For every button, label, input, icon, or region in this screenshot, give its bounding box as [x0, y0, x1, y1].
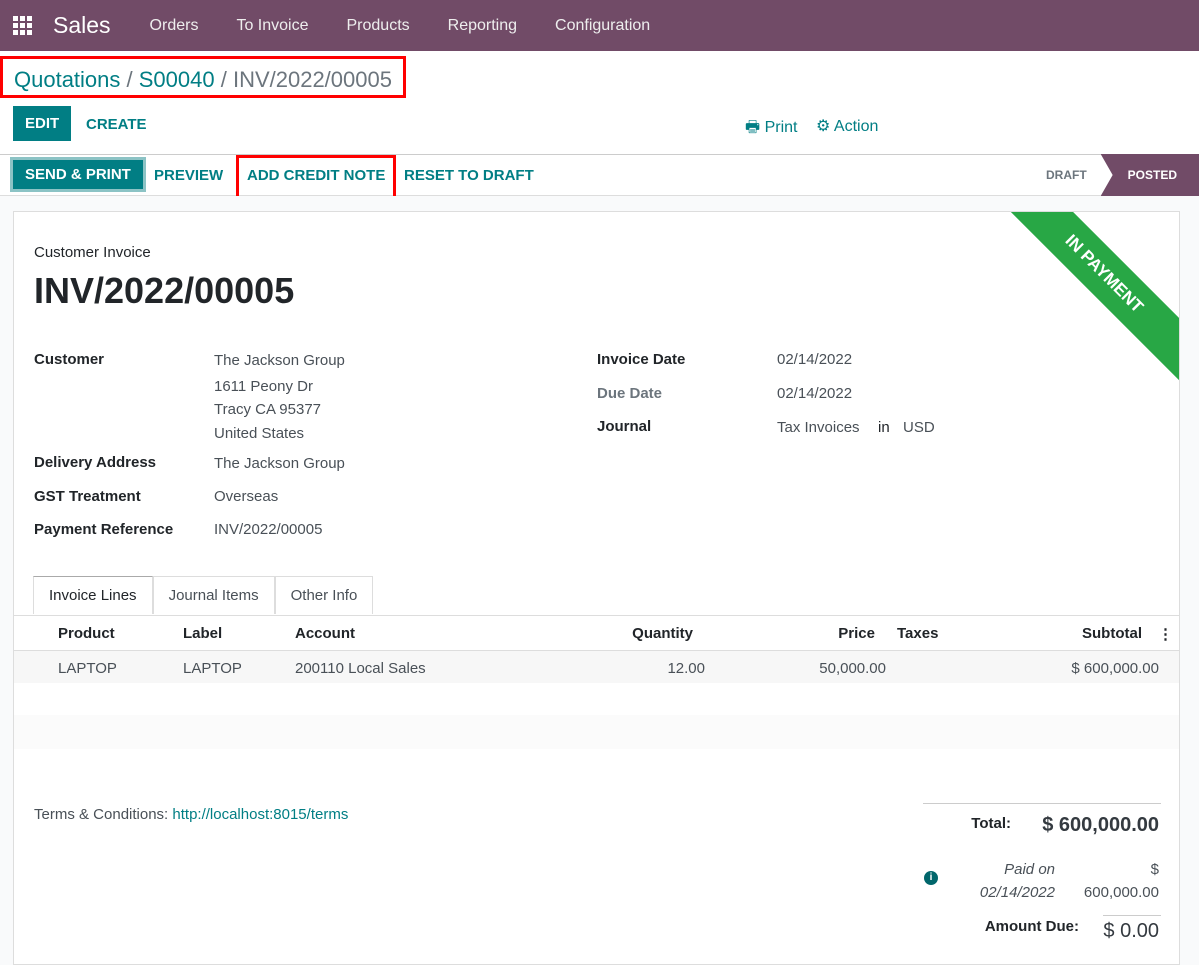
delivery-label: Delivery Address [34, 454, 157, 471]
tab-other-info[interactable]: Other Info [274, 576, 374, 614]
cell-product: LAPTOP [58, 660, 117, 677]
stage-draft[interactable]: DRAFT [1032, 168, 1101, 182]
invoice-date-label: Invoice Date [597, 351, 686, 368]
col-account[interactable]: Account [295, 625, 355, 642]
status-ribbon: IN PAYMENT [996, 212, 1179, 382]
top-navbar: Sales Orders To Invoice Products Reporti… [0, 0, 1199, 51]
delivery-link[interactable]: The Jackson Group [214, 455, 345, 472]
tab-invoice-lines[interactable]: Invoice Lines [33, 576, 153, 614]
column-options-icon[interactable]: ⋮ [1158, 625, 1173, 643]
col-subtotal[interactable]: Subtotal [1082, 625, 1142, 642]
table-header: Product Label Account Quantity Price Tax… [14, 615, 1179, 651]
payment-amount: $600,000.00 [1083, 861, 1159, 901]
print-button[interactable]: 🖶 Print [745, 116, 797, 143]
reset-to-draft-button[interactable]: RESET TO DRAFT [404, 167, 534, 184]
address-line: Tracy CA 95377 [214, 401, 321, 418]
gst-label: GST Treatment [34, 488, 141, 505]
cell-quantity: 12.00 [667, 660, 705, 677]
menu-orders[interactable]: Orders [150, 17, 199, 35]
payref-value: INV/2022/00005 [214, 521, 323, 538]
tab-journal-items[interactable]: Journal Items [152, 576, 275, 614]
gst-value: Overseas [214, 488, 279, 505]
menu-configuration[interactable]: Configuration [555, 17, 650, 35]
currency-link[interactable]: USD [903, 419, 935, 436]
breadcrumb-quotations[interactable]: Quotations [14, 67, 120, 92]
in-text: in [878, 419, 890, 436]
cell-price: 50,000.00 [819, 660, 886, 677]
send-print-button[interactable]: SEND & PRINT [10, 157, 146, 192]
cell-account: 200110 Local Sales [295, 660, 426, 677]
breadcrumb: Quotations / S00040 / INV/2022/00005 [0, 56, 406, 98]
create-button[interactable]: CREATE [86, 116, 147, 133]
col-label[interactable]: Label [183, 625, 222, 642]
amount-due-label: Amount Due: [984, 918, 1079, 935]
due-date-label: Due Date [597, 385, 663, 402]
gear-icon: ⚙ [816, 118, 831, 135]
menu-to-invoice[interactable]: To Invoice [236, 17, 308, 35]
menu-reporting[interactable]: Reporting [448, 17, 517, 35]
terms-link[interactable]: http://localhost:8015/terms [172, 806, 348, 823]
col-taxes[interactable]: Taxes [897, 625, 938, 642]
invoice-sheet: IN PAYMENT Customer Invoice INV/2022/000… [13, 211, 1180, 965]
col-price[interactable]: Price [838, 625, 875, 642]
notebook-tabs: Invoice Lines Journal Items Other Info [33, 576, 374, 614]
info-icon[interactable]: i [924, 871, 938, 885]
invoice-number: INV/2022/00005 [34, 270, 295, 311]
customer-label: Customer [34, 351, 105, 368]
terms: Terms & Conditions: http://localhost:801… [34, 806, 349, 823]
col-quantity[interactable]: Quantity [632, 625, 693, 642]
status-stages: DRAFT POSTED [1032, 154, 1199, 196]
doc-type: Customer Invoice [34, 244, 151, 261]
payref-label: Payment Reference [34, 521, 174, 538]
journal-label: Journal [597, 418, 652, 435]
apps-grid-icon[interactable] [13, 15, 35, 37]
app-name[interactable]: Sales [53, 12, 111, 39]
total-label: Total: [971, 815, 1011, 832]
cell-label: LAPTOP [183, 660, 242, 677]
due-date: 02/14/2022 [777, 385, 853, 402]
print-icon: 🖶 [745, 119, 761, 136]
menu-products[interactable]: Products [347, 17, 410, 35]
col-product[interactable]: Product [58, 625, 115, 642]
add-credit-note-button[interactable]: ADD CREDIT NOTE [236, 155, 396, 199]
preview-button[interactable]: PREVIEW [154, 167, 223, 184]
customer-link[interactable]: The Jackson Group [214, 352, 345, 369]
total-value: $ 600,000.00 [1042, 814, 1159, 836]
invoice-date: 02/14/2022 [777, 351, 853, 368]
breadcrumb-order[interactable]: S00040 [139, 67, 215, 92]
breadcrumb-current: INV/2022/00005 [232, 67, 392, 92]
stage-posted[interactable]: POSTED [1100, 154, 1199, 196]
address-line: United States [214, 425, 305, 442]
table-row[interactable]: LAPTOP LAPTOP 200110 Local Sales 12.00 5… [14, 651, 1179, 683]
action-button[interactable]: ⚙ Action [816, 116, 878, 136]
address-line: 1611 Peony Dr [214, 378, 313, 395]
journal-link[interactable]: Tax Invoices [777, 419, 860, 436]
payment-date: Paid on 02/14/2022 [979, 861, 1055, 901]
cell-subtotal: $ 600,000.00 [1071, 660, 1159, 677]
amount-due-value: $ 0.00 [1103, 920, 1159, 942]
edit-button[interactable]: EDIT [13, 106, 72, 141]
